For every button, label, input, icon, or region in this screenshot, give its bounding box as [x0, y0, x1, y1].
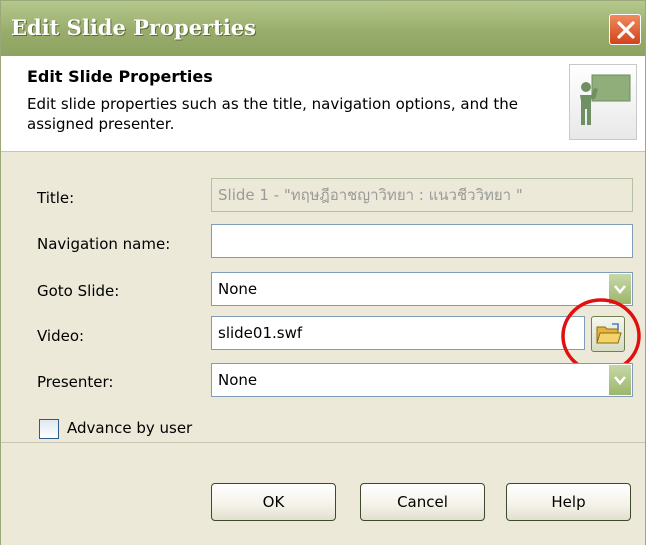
goto-slide-label: Goto Slide: — [37, 282, 120, 300]
video-label: Video: — [37, 327, 85, 345]
advance-by-user-checkbox[interactable] — [39, 419, 59, 439]
close-button[interactable] — [609, 14, 641, 45]
header-description: Edit slide properties such as the title,… — [27, 95, 519, 133]
presenter-label: Presenter: — [37, 373, 114, 391]
presenter-value: None — [218, 371, 258, 389]
presenter-dropdown-button[interactable] — [608, 365, 631, 395]
title-label: Title: — [37, 189, 75, 207]
navigation-name-input[interactable] — [211, 224, 633, 258]
video-input[interactable]: slide01.swf — [211, 316, 585, 350]
presenter-select[interactable]: None — [211, 363, 633, 397]
chevron-down-icon — [614, 285, 626, 294]
close-icon — [617, 21, 635, 39]
window-title: Edit Slide Properties — [11, 15, 256, 40]
title-field: Slide 1 - "ทฤษฎีอาชญาวิทยา : แนวชีววิทยา… — [211, 178, 633, 212]
edit-slide-properties-dialog: Edit Slide Properties Edit Slide Propert… — [0, 0, 646, 545]
goto-slide-value: None — [218, 280, 258, 298]
navigation-name-label: Navigation name: — [37, 235, 171, 253]
help-button[interactable]: Help — [506, 483, 631, 521]
chevron-down-icon — [614, 376, 626, 385]
title-bar[interactable]: Edit Slide Properties — [1, 1, 645, 56]
header-title: Edit Slide Properties — [27, 67, 213, 86]
ok-button[interactable]: OK — [211, 483, 336, 521]
advance-by-user-label[interactable]: Advance by user — [67, 419, 192, 437]
presenter-icon — [569, 64, 637, 140]
dialog-header: Edit Slide Properties Edit slide propert… — [1, 56, 645, 152]
cancel-button[interactable]: Cancel — [360, 483, 485, 521]
